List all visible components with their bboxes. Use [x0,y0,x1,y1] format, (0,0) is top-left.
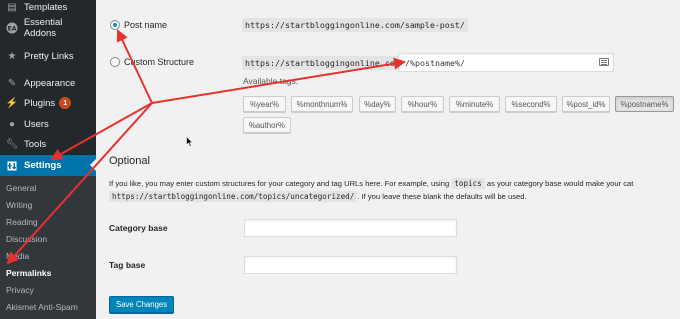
description-text: as your category base would make your ca… [486,179,634,188]
submenu-item-reading[interactable]: Reading [6,217,38,227]
update-count-badge: 1 [59,97,72,109]
admin-sidebar: ▤ Templates EA Essential Addons ★ Pretty… [0,0,96,319]
post-name-radio[interactable] [110,20,120,30]
post-name-label[interactable]: Post name [124,20,167,30]
submenu-item-permalinks[interactable]: Permalinks [6,268,51,278]
settings-icon [3,161,21,171]
users-icon: ● [8,118,16,130]
ea-icon: EA [3,22,21,34]
sidebar-item-label: Appearance [24,77,76,89]
sidebar-item-label: Users [24,118,49,130]
save-changes-button[interactable]: Save Changes [109,296,175,313]
tag-button-year[interactable]: %year% [243,96,286,112]
optional-heading: Optional [109,155,150,167]
keyboard-icon[interactable] [599,58,609,66]
tag-button-minute[interactable]: %minute% [449,96,500,112]
category-base-input[interactable] [244,219,457,237]
tag-button-post-id[interactable]: %post_id% [562,96,610,112]
custom-structure-input[interactable]: /%postname%/ [398,53,614,72]
custom-structure-label[interactable]: Custom Structure [124,57,194,67]
submenu-item-general[interactable]: General [6,183,36,193]
tag-button-postname[interactable]: %postname% [615,96,674,112]
submenu-item-writing[interactable]: Writing [6,200,32,210]
description-code: https://startbloggingonline.com/topics/u… [109,191,358,202]
mouse-cursor-icon [186,136,194,147]
tag-button-monthnum[interactable]: %monthnum% [291,96,353,112]
tag-button-day[interactable]: %day% [359,96,396,112]
description-text: If you like, you may enter custom struct… [109,179,450,188]
sidebar-item-plugins[interactable]: ⚡ Plugins 1 [0,93,96,113]
svg-text:EA: EA [8,25,17,32]
sidebar-item-label: Essential Addons [23,17,63,39]
sidebar-item-settings[interactable]: Settings [0,155,96,176]
tag-button-author[interactable]: %author% [243,117,291,133]
custom-structure-value: /%postname%/ [405,58,465,68]
post-name-example-url: https://startbloggingonline.com/sample-p… [242,18,468,32]
sidebar-item-label: Plugins [24,97,56,109]
available-tags-label: Available tags: [243,76,299,86]
sidebar-item-users[interactable]: ● Users [0,114,96,134]
settings-submenu: General Writing Reading Discussion Media… [0,176,96,319]
description-text: . If you leave these blank the defaults … [357,192,527,201]
tools-icon: 🔧︎ [5,138,19,150]
tag-base-label: Tag base [109,260,146,270]
tag-button-second[interactable]: %second% [505,96,557,112]
tag-base-input[interactable] [244,256,457,274]
sidebar-item-label: Pretty Links [24,50,74,62]
sidebar-item-tools[interactable]: 🔧︎ Tools [0,134,96,154]
submenu-item-privacy[interactable]: Privacy [6,285,34,295]
optional-description-line-1: If you like, you may enter custom struct… [109,177,633,190]
description-code: topics [451,178,485,189]
sidebar-item-label: Settings [24,160,62,171]
tag-button-hour[interactable]: %hour% [401,96,444,112]
star-icon: ★ [7,50,17,62]
sidebar-item-essential-addons[interactable]: EA Essential Addons [0,17,96,39]
sidebar-item-label: Templates [24,1,68,13]
templates-icon: ▤ [7,1,17,13]
sidebar-item-label: Tools [24,138,47,150]
submenu-item-akismet[interactable]: Akismet Anti-Spam [6,302,78,312]
submenu-item-media[interactable]: Media [6,251,29,261]
permalink-settings-panel: Post name https://startbloggingonline.co… [96,0,680,319]
sidebar-item-appearance[interactable]: ✎ Appearance [0,73,96,93]
custom-structure-prefix: https://startbloggingonline.com [242,56,403,70]
optional-description-line-2: https://startbloggingonline.com/topics/u… [109,190,527,203]
appearance-icon: ✎ [7,77,17,89]
submenu-item-discussion[interactable]: Discussion [6,234,47,244]
custom-structure-radio[interactable] [110,57,120,67]
plugins-icon: ⚡ [5,97,19,109]
sidebar-item-pretty-links[interactable]: ★ Pretty Links [0,46,96,66]
sidebar-item-templates[interactable]: ▤ Templates [0,0,96,17]
category-base-label: Category base [109,223,168,233]
